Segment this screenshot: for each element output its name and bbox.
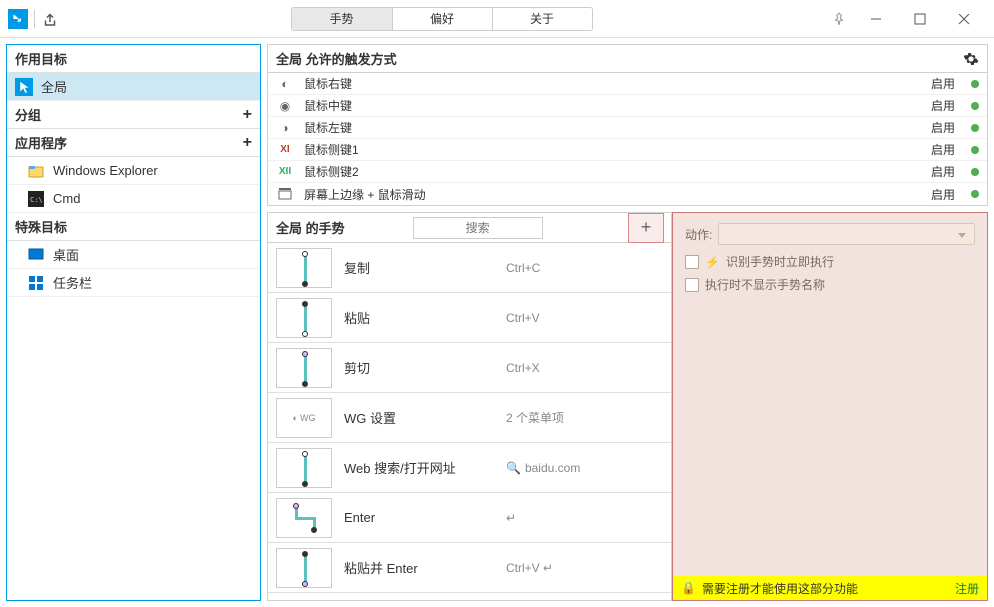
share-icon[interactable] (41, 10, 59, 28)
checkbox-immediate[interactable] (685, 255, 699, 269)
mouse-left-icon: ◑ (276, 121, 294, 135)
gesture-row[interactable]: 粘贴 Ctrl+V (268, 293, 671, 343)
special-header: 特殊目标 (7, 213, 260, 241)
search-input[interactable] (413, 217, 543, 239)
action-label: 动作: (685, 226, 712, 243)
sidebar-item-cmd[interactable]: C:\ Cmd (7, 185, 260, 213)
status-dot-icon (971, 168, 979, 176)
trigger-row[interactable]: XI 鼠标侧键1 启用 (268, 139, 987, 161)
gesture-preview (276, 298, 332, 338)
desktop-icon (27, 246, 45, 264)
triggers-title: 全局 允许的触发方式 (276, 49, 397, 68)
register-bar: 🔒 需要注册才能使用这部分功能 注册 (673, 576, 987, 600)
gesture-preview (276, 498, 332, 538)
apps-header: 应用程序+ (7, 129, 260, 157)
sidebar-item-label: 桌面 (53, 245, 79, 264)
trigger-row[interactable]: 屏幕上边缘 + 鼠标滑动 启用 (268, 183, 987, 205)
tab-gestures[interactable]: 手势 (292, 8, 392, 30)
bolt-icon: ⚡ (705, 255, 720, 269)
add-group-button[interactable]: + (243, 106, 252, 124)
sidebar-item-label: Cmd (53, 191, 80, 206)
sidebar-item-label: Windows Explorer (53, 163, 158, 178)
cursor-icon (15, 78, 33, 96)
group-header: 分组+ (7, 101, 260, 129)
sidebar-item-label: 全局 (41, 77, 67, 96)
side1-icon: XI (276, 144, 294, 155)
trigger-row[interactable]: XII 鼠标侧键2 启用 (268, 161, 987, 183)
gesture-preview: ◐WG (276, 398, 332, 438)
gesture-row[interactable]: ◐WG WG 设置 2 个菜单项 (268, 393, 671, 443)
status-dot-icon (971, 124, 979, 132)
gestures-title: 全局 的手势 (276, 218, 345, 237)
pin-button[interactable] (824, 1, 854, 37)
gesture-preview (276, 248, 332, 288)
checkbox-hidename[interactable] (685, 278, 699, 292)
tab-preferences[interactable]: 偏好 (392, 8, 492, 30)
sidebar-item-explorer[interactable]: Windows Explorer (7, 157, 260, 185)
titlebar: 手势 偏好 关于 (0, 0, 994, 38)
tab-about[interactable]: 关于 (492, 8, 592, 30)
close-button[interactable] (942, 1, 986, 37)
sidebar-item-global[interactable]: 全局 (7, 73, 260, 101)
trigger-row[interactable]: ◉ 鼠标中键 启用 (268, 95, 987, 117)
gesture-row[interactable]: 复制 Ctrl+C (268, 243, 671, 293)
actions-column: 动作: ⚡ 识别手势时立即执行 执行时不显示手势名称 🔒 需要 (672, 212, 988, 601)
side2-icon: XII (276, 166, 294, 177)
lock-icon: 🔒 (681, 581, 696, 595)
windows-icon (27, 274, 45, 292)
mouse-right-icon: ◐ (276, 77, 294, 91)
explorer-icon (27, 162, 45, 180)
svg-text:C:\: C:\ (30, 196, 43, 204)
minimize-button[interactable] (854, 1, 898, 37)
sidebar-item-taskbar[interactable]: 任务栏 (7, 269, 260, 297)
main-tabs: 手势 偏好 关于 (291, 7, 593, 31)
sidebar-item-desktop[interactable]: 桌面 (7, 241, 260, 269)
sidebar: 作用目标 全局 分组+ 应用程序+ Windows Explorer C:\ C… (6, 44, 261, 601)
app-icon (8, 9, 28, 29)
search-glyph-icon: 🔍 (506, 461, 521, 475)
maximize-button[interactable] (898, 1, 942, 37)
gesture-preview (276, 548, 332, 588)
status-dot-icon (971, 190, 979, 198)
add-app-button[interactable]: + (243, 134, 252, 152)
scope-header: 作用目标 (7, 45, 260, 73)
gesture-row[interactable]: Web 搜索/打开网址 🔍baidu.com (268, 443, 671, 493)
gestures-column: 全局 的手势 + 复制 Ctrl+C (268, 213, 672, 600)
triggers-panel: 全局 允许的触发方式 ◐ 鼠标右键 启用 ◉ 鼠标中键 启用 ◑ 鼠标左键 启用 (267, 44, 988, 206)
gesture-row[interactable]: 粘贴并 Enter Ctrl+V ↵ (268, 543, 671, 593)
cmd-icon: C:\ (27, 190, 45, 208)
gesture-preview (276, 448, 332, 488)
status-dot-icon (971, 146, 979, 154)
register-link[interactable]: 注册 (955, 580, 979, 597)
add-gesture-button[interactable]: + (628, 213, 664, 243)
edge-icon (276, 188, 294, 200)
action-select[interactable] (718, 223, 975, 245)
status-dot-icon (971, 102, 979, 110)
status-dot-icon (971, 80, 979, 88)
gear-icon[interactable] (963, 51, 979, 67)
trigger-row[interactable]: ◐ 鼠标右键 启用 (268, 73, 987, 95)
gesture-row[interactable]: Enter ↵ (268, 493, 671, 543)
mouse-middle-icon: ◉ (276, 99, 294, 113)
gesture-preview (276, 348, 332, 388)
sidebar-item-label: 任务栏 (53, 273, 92, 292)
gesture-row[interactable]: 剪切 Ctrl+X (268, 343, 671, 393)
trigger-row[interactable]: ◑ 鼠标左键 启用 (268, 117, 987, 139)
